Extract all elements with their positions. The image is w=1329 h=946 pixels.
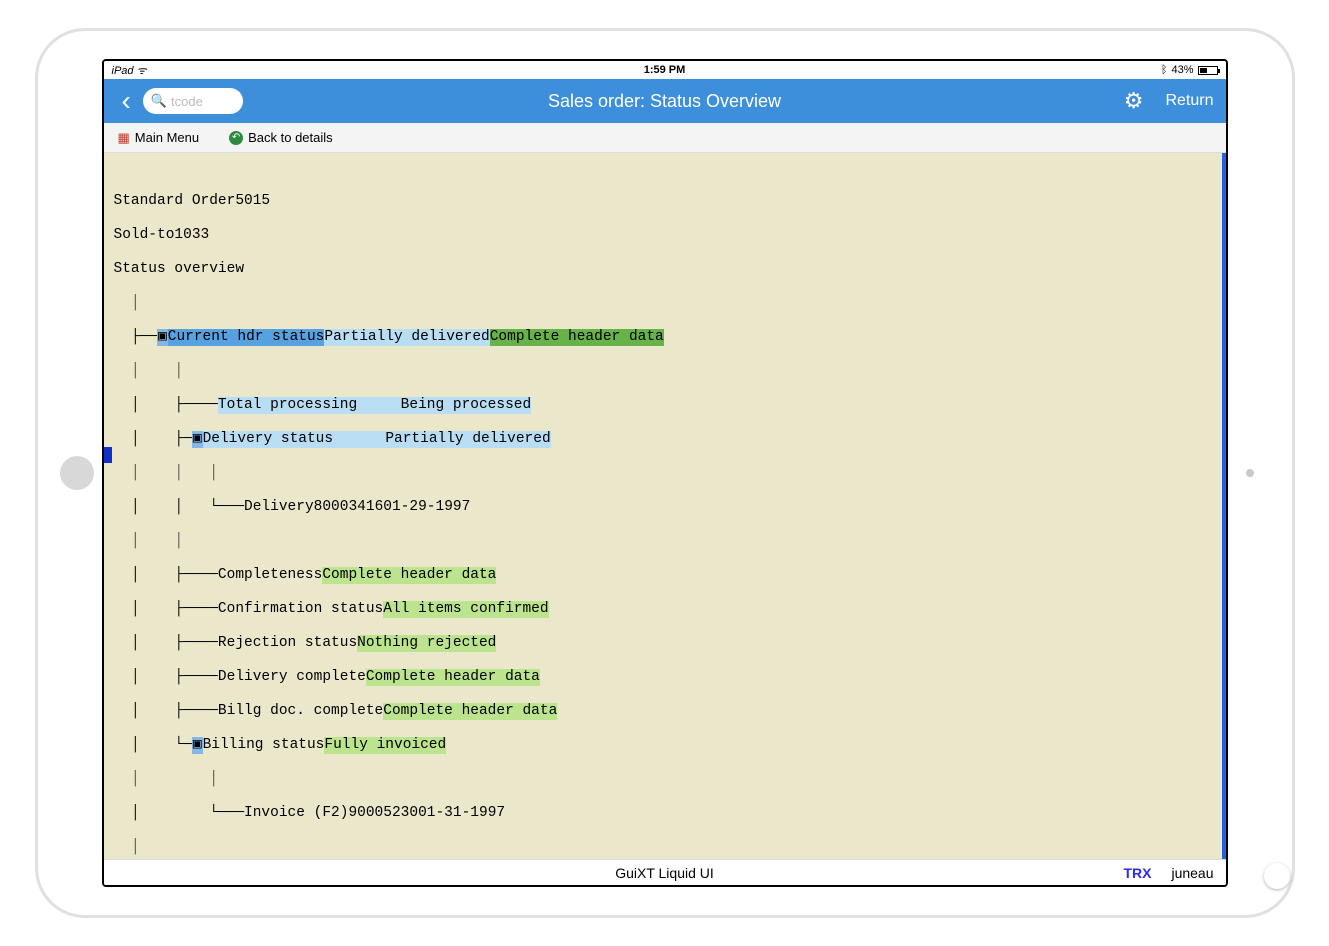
current-hdr-row[interactable]: ├──▣ Current hdr status Partially delive… (104, 329, 1222, 346)
back-arrow-icon: ↶ (229, 131, 243, 145)
gear-icon[interactable]: ⚙ (1124, 88, 1144, 114)
page-title: Sales order: Status Overview (548, 91, 781, 112)
tree-spacer: │ │ (104, 771, 1222, 788)
search-placeholder: tcode (171, 94, 203, 109)
ipad-frame: iPad ᯤ 1:59 PM ᛒ 43% ‹ 🔍 tcode Sales ord… (35, 28, 1295, 918)
total-processing-row: │ ├────Total processing Being processed (104, 397, 1222, 414)
cursor-marker (104, 447, 112, 463)
billing-status-row[interactable]: │ └─▣ Billing status Fully invoiced (104, 737, 1222, 754)
wifi-icon: ᯤ (137, 65, 147, 77)
ios-statusbar: iPad ᯤ 1:59 PM ᛒ 43% (104, 61, 1226, 79)
back-to-details-label: Back to details (248, 130, 333, 145)
navbar: ‹ 🔍 tcode Sales order: Status Overview ⚙… (104, 79, 1226, 123)
tree-spacer: │ │ (104, 363, 1222, 380)
folder-icon: ▣ (157, 329, 168, 346)
bluetooth-icon: ᛒ (1161, 64, 1168, 76)
home-button[interactable] (60, 456, 94, 490)
tree-spacer: │ (104, 839, 1222, 856)
folder-icon: ▣ (192, 737, 203, 754)
sold-to-row: Sold-to 1033 (104, 227, 1222, 244)
delivery-row: │ │ └───Delivery 80003416 01-29-1997 (104, 499, 1222, 516)
footer: GuiXT Liquid UI TRX juneau (104, 859, 1226, 885)
clock: 1:59 PM (644, 64, 686, 76)
calendar-icon: ▦ (118, 130, 130, 146)
battery-percent: 43% (1171, 64, 1193, 76)
device-label: iPad ᯤ (112, 63, 147, 78)
back-to-details-button[interactable]: ↶ Back to details (229, 130, 333, 145)
search-icon: 🔍 (151, 93, 167, 109)
trx-button[interactable]: TRX (1123, 865, 1151, 881)
screen: iPad ᯤ 1:59 PM ᛒ 43% ‹ 🔍 tcode Sales ord… (102, 59, 1228, 887)
return-button[interactable]: Return (1165, 92, 1213, 110)
tree-spacer: │ │ │ (104, 465, 1222, 482)
rejection-row: │ ├────Rejection status Nothing rejected (104, 635, 1222, 652)
tree-spacer: │ (104, 295, 1222, 312)
battery-icon (1198, 66, 1218, 75)
search-input[interactable]: 🔍 tcode (143, 88, 243, 114)
main-menu-label: Main Menu (135, 130, 199, 145)
server-label: juneau (1171, 865, 1213, 881)
completeness-row: │ ├────Completeness Complete header data (104, 567, 1222, 584)
app-name: GuiXT Liquid UI (615, 865, 714, 881)
back-button[interactable]: ‹ (116, 85, 137, 117)
order-type-row: Standard Order 5015 (104, 193, 1222, 210)
delivery-complete-row: │ ├────Delivery complete Complete header… (104, 669, 1222, 686)
content-area: Standard Order 5015 Sold-to 1033 Status … (104, 153, 1226, 859)
billing-doc-row: │ ├────Billg doc. complete Complete head… (104, 703, 1222, 720)
invoice-row: │ └───Invoice (F2) 90005230 01-31-1997 (104, 805, 1222, 822)
main-menu-button[interactable]: ▦ Main Menu (118, 130, 200, 146)
delivery-status-row[interactable]: │ ├─▣ Delivery status Partially delivere… (104, 431, 1222, 448)
camera-dot (1246, 469, 1254, 477)
folder-icon: ▣ (192, 431, 203, 448)
confirmation-row: │ ├────Confirmation status All items con… (104, 601, 1222, 618)
status-overview-row: Status overview (104, 261, 1222, 278)
tree-spacer: │ │ (104, 533, 1222, 550)
toolbar: ▦ Main Menu ↶ Back to details (104, 123, 1226, 153)
